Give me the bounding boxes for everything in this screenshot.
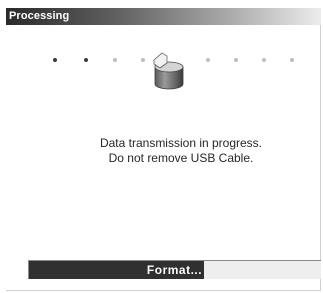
transfer-dot <box>262 58 266 62</box>
transfer-dot <box>206 58 210 62</box>
status-message-line1: Data transmission in progress. <box>99 136 263 150</box>
transfer-dot-active <box>84 58 88 62</box>
progress-label-overlay: Format... <box>29 261 204 279</box>
transfer-dot <box>113 58 117 62</box>
transfer-dot-active <box>53 58 57 62</box>
usb-drive-icon <box>153 52 184 90</box>
transfer-dot <box>141 58 145 62</box>
dialog-title: Processing <box>9 10 70 22</box>
title-bar: Processing <box>6 8 321 25</box>
transfer-dot <box>234 58 238 62</box>
progress-label-inverted: Format... <box>146 263 203 277</box>
processing-dialog: Processing Data transmission in progress… <box>6 8 321 291</box>
progress-bar: Format... Format... <box>28 260 321 279</box>
status-message-line2: Do not remove USB Cable. <box>108 151 254 165</box>
transfer-dot <box>290 58 294 62</box>
